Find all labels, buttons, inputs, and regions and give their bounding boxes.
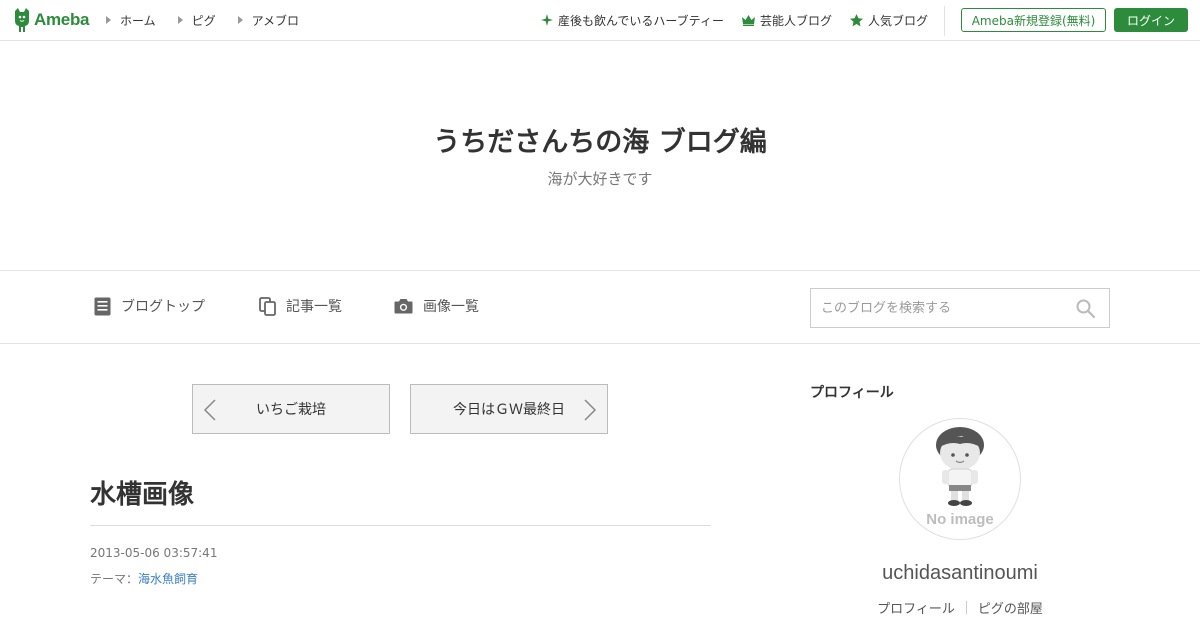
document-icon xyxy=(94,297,111,315)
nav-item-label: ピグ xyxy=(191,13,216,28)
avatar[interactable]: No image xyxy=(899,418,1021,540)
pigg-room-link[interactable]: ピグの部屋 xyxy=(978,598,1043,617)
chevron-right-icon xyxy=(584,399,597,421)
nav-item-label: アメブロ xyxy=(251,13,300,28)
avatar-no-image-text: No image xyxy=(926,511,994,528)
triangle-right-icon xyxy=(106,16,111,24)
entry-theme-prefix: テーマ： xyxy=(90,572,139,586)
nav-item-celebrity-blogs[interactable]: 芸能人ブログ xyxy=(741,12,832,29)
entry-theme: テーマ：海水魚飼育 xyxy=(90,570,198,587)
prev-entry-button[interactable]: いちご栽培 xyxy=(192,384,390,434)
tab-blog-top[interactable]: ブログトップ xyxy=(94,296,205,316)
next-entry-button[interactable]: 今日はＧＷ最終日 xyxy=(410,384,608,434)
crown-icon xyxy=(741,14,755,26)
triangle-right-icon xyxy=(237,16,243,24)
entry-title[interactable]: 水槽画像 xyxy=(90,474,194,511)
copy-icon xyxy=(259,296,276,316)
prev-entry-label: いちご栽培 xyxy=(256,402,326,418)
global-nav: ホーム ピグ アメブロ xyxy=(106,0,321,40)
ameba-mascot-icon xyxy=(15,8,29,32)
chevron-left-icon xyxy=(203,399,216,421)
blog-nav: ブログトップ 記事一覧 画像一覧 xyxy=(0,270,1200,344)
triangle-right-icon xyxy=(177,16,183,24)
tab-image-list[interactable]: 画像一覧 xyxy=(394,296,479,316)
entry-date: 2013-05-06 03:57:41 xyxy=(90,546,218,560)
tab-entry-list[interactable]: 記事一覧 xyxy=(259,296,342,316)
nav-item-label: 人気ブログ xyxy=(867,13,928,28)
profile-link[interactable]: プロフィール xyxy=(877,598,955,617)
blog-search xyxy=(810,288,1110,328)
logo-text: Ameba xyxy=(34,10,90,29)
nav-item-herb-tea[interactable]: 産後も飲んでいるハーブティー xyxy=(541,12,724,29)
star-icon xyxy=(849,13,863,26)
camera-icon xyxy=(394,299,413,314)
tab-label: 記事一覧 xyxy=(286,299,342,315)
register-button[interactable]: Ameba新規登録(無料) xyxy=(961,8,1106,32)
nav-item-label: ホーム xyxy=(120,13,156,28)
tab-label: ブログトップ xyxy=(121,299,205,315)
global-header: Ameba ホーム ピグ アメブロ 産後も飲んでいるハーブティー 芸能人ブログ … xyxy=(0,0,1200,41)
profile-username[interactable]: uchidasantinoumi xyxy=(810,562,1110,585)
profile-links: プロフィール ピグの部屋 xyxy=(810,598,1110,617)
search-icon[interactable] xyxy=(1076,299,1095,318)
nav-item-label: 芸能人ブログ xyxy=(759,13,832,28)
blog-search-input[interactable] xyxy=(811,290,1066,326)
tab-label: 画像一覧 xyxy=(423,299,479,315)
ameba-logo[interactable]: Ameba xyxy=(12,7,89,33)
header-divider xyxy=(944,6,945,36)
nav-item-home[interactable]: ホーム xyxy=(106,12,156,29)
nav-item-label: 産後も飲んでいるハーブティー xyxy=(558,13,724,28)
entry-theme-link[interactable]: 海水魚飼育 xyxy=(138,572,198,586)
sparkle-icon xyxy=(541,14,553,26)
featured-nav: 産後も飲んでいるハーブティー 芸能人ブログ 人気ブログ xyxy=(523,0,928,40)
nav-item-pigg[interactable]: ピグ xyxy=(177,12,216,29)
nav-item-ameblo[interactable]: アメブロ xyxy=(237,12,300,29)
blog-description: 海が大好きです xyxy=(547,170,653,188)
nav-item-popular-blogs[interactable]: 人気ブログ xyxy=(849,12,928,29)
profile-heading: プロフィール xyxy=(810,385,894,401)
blog-title[interactable]: うちださんちの海 ブログ編 xyxy=(0,120,1200,159)
link-separator xyxy=(965,601,967,614)
next-entry-label: 今日はＧＷ最終日 xyxy=(453,402,565,418)
login-button[interactable]: ログイン xyxy=(1114,8,1188,32)
entry-divider xyxy=(90,525,711,526)
